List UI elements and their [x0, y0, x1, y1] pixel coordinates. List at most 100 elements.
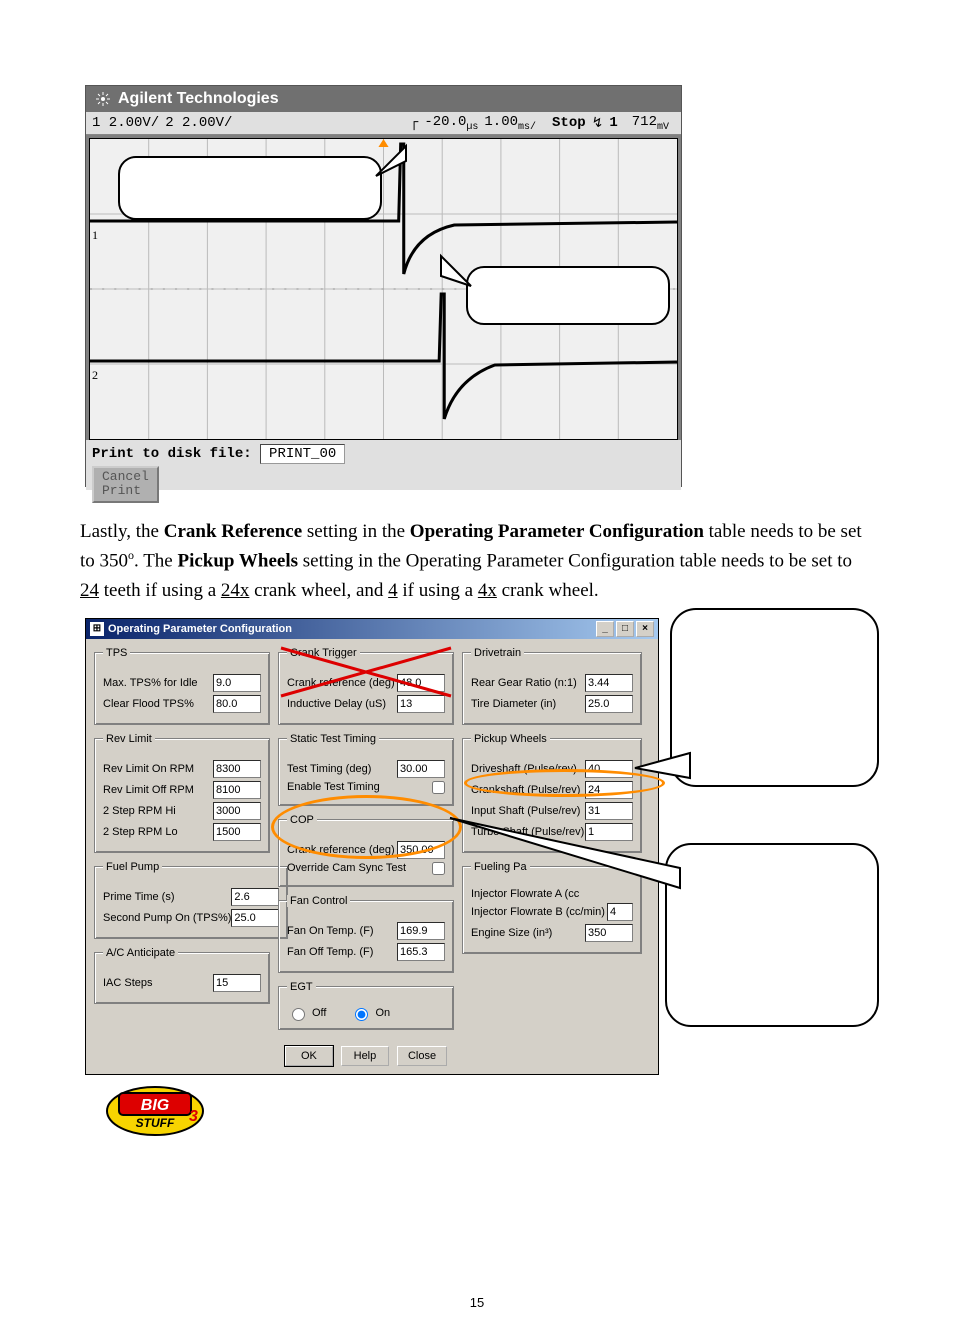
checkbox-override-cam[interactable] [432, 862, 445, 875]
help-button[interactable]: Help [341, 1046, 389, 1066]
label-fan-on: Fan On Temp. (F) [287, 925, 397, 937]
label-2step-hi: 2 Step RPM Hi [103, 805, 213, 817]
scope-timebase-unit: ms/ [518, 121, 536, 132]
input-crank-ref[interactable] [397, 674, 445, 692]
operating-parameter-dialog: ⊞ Operating Parameter Configuration _ □ … [85, 618, 659, 1075]
input-max-tps-idle[interactable] [213, 674, 261, 692]
print-to-disk-label: Print to disk file: [92, 446, 252, 462]
dialog-icon: ⊞ [90, 622, 104, 636]
label-inductive-delay: Inductive Delay (uS) [287, 698, 397, 710]
label-inj-b: Injector Flowrate B (cc/min) [471, 906, 607, 918]
input-fan-on[interactable] [397, 922, 445, 940]
input-turbo-shaft[interactable] [585, 823, 633, 841]
input-clear-flood[interactable] [213, 695, 261, 713]
input-second-pump[interactable] [231, 909, 279, 927]
label-driveshaft: Driveshaft (Pulse/rev) [471, 763, 585, 775]
label-input-shaft: Input Shaft (Pulse/rev) [471, 805, 585, 817]
p-t7: crank wheel, and [249, 580, 388, 601]
input-crankshaft[interactable] [585, 781, 633, 799]
cancel-print-button[interactable]: CancelPrint [92, 466, 159, 503]
group-tps: TPS Max. TPS% for Idle Clear Flood TPS% [94, 647, 270, 725]
scope-brand-text: Agilent Technologies [118, 90, 279, 108]
legend-fan: Fan Control [287, 895, 350, 907]
label-cop-ref: Crank reference (deg) [287, 844, 397, 856]
group-static-timing: Static Test Timing Test Timing (deg) Ena… [278, 733, 454, 806]
scope-readout-bar: 1 2.00V/ 2 2.00V/ ┌ -20.0µs 1.00ms/ Stop… [86, 112, 681, 135]
scope-bottom-bar: Print to disk file: PRINT_00 CancelPrint [86, 440, 681, 490]
close-button[interactable]: × [636, 621, 654, 637]
radio-egt-off[interactable] [292, 1008, 305, 1021]
radio-egt-off-text: Off [312, 1007, 326, 1019]
input-prime[interactable] [231, 888, 279, 906]
p-t5: setting in the Operating Parameter Confi… [298, 551, 852, 572]
p-t6: teeth if using a [99, 580, 221, 601]
radio-egt-on[interactable] [355, 1008, 368, 1021]
label-turbo-shaft: Turbo Shaft (Pulse/rev) [471, 826, 585, 838]
input-fan-off[interactable] [397, 943, 445, 961]
group-egt: EGT Off On [278, 981, 454, 1030]
maximize-button[interactable]: □ [616, 621, 634, 637]
label-engine-size: Engine Size (in³) [471, 927, 585, 939]
trig-edge-icon: ┌ [410, 115, 418, 131]
label-inj-a: Injector Flowrate A (cc [471, 888, 633, 900]
legend-rev: Rev Limit [103, 733, 155, 745]
label-enable-test: Enable Test Timing [287, 781, 432, 793]
p-t1: Lastly, the [80, 521, 164, 542]
callout-ch2 [466, 266, 670, 325]
p-b2: Operating Parameter Configuration [410, 521, 704, 542]
dialog-titlebar: ⊞ Operating Parameter Configuration _ □ … [86, 619, 658, 639]
input-engine-size[interactable] [585, 924, 633, 942]
close-button-bottom[interactable]: Close [397, 1046, 447, 1066]
group-ac: A/C Anticipate IAC Steps [94, 947, 270, 1004]
page-number: 15 [0, 1295, 954, 1310]
checkbox-enable-test[interactable] [432, 781, 445, 794]
ch2-scale: 2 2.00V/ [165, 115, 232, 131]
radio-egt-on-label[interactable]: On [350, 1005, 390, 1021]
input-test-timing[interactable] [397, 760, 445, 778]
input-rev-off[interactable] [213, 781, 261, 799]
bigstuff-logo: BIG STUFF 3 [105, 1085, 874, 1142]
scope-trig-level: 712 [632, 114, 657, 130]
input-2step-lo[interactable] [213, 823, 261, 841]
group-crank-trigger: Crank Trigger Crank reference (deg) Indu… [278, 647, 454, 725]
radio-egt-off-label[interactable]: Off [287, 1005, 326, 1021]
label-crankshaft: Crankshaft (Pulse/rev) [471, 784, 585, 796]
legend-cop: COP [287, 814, 317, 826]
input-inj-b[interactable] [607, 903, 633, 921]
input-iac[interactable] [213, 974, 261, 992]
input-rev-on[interactable] [213, 760, 261, 778]
radio-egt-on-text: On [375, 1007, 390, 1019]
ch1-scale: 1 2.00V/ [92, 115, 159, 131]
legend-crank: Crank Trigger [287, 647, 360, 659]
legend-egt: EGT [287, 981, 316, 993]
ok-button[interactable]: OK [285, 1046, 333, 1066]
legend-fuelpump: Fuel Pump [103, 861, 162, 873]
input-tire[interactable] [585, 695, 633, 713]
label-2step-lo: 2 Step RPM Lo [103, 826, 213, 838]
input-2step-hi[interactable] [213, 802, 261, 820]
p-u4: 4x [478, 580, 497, 601]
p-b1: Crank Reference [164, 521, 302, 542]
legend-drivetrain: Drivetrain [471, 647, 524, 659]
input-cop-ref[interactable] [397, 841, 445, 859]
svg-text:1: 1 [92, 228, 98, 242]
oscilloscope-screenshot: Agilent Technologies 1 2.00V/ 2 2.00V/ ┌… [85, 85, 680, 487]
p-t8: if using a [398, 580, 478, 601]
label-rev-off: Rev Limit Off RPM [103, 784, 213, 796]
scope-trig-unit: mV [657, 121, 669, 132]
group-drivetrain: Drivetrain Rear Gear Ratio (n:1) Tire Di… [462, 647, 642, 725]
side-callout-bottom [665, 843, 879, 1027]
input-gear[interactable] [585, 674, 633, 692]
label-tire: Tire Diameter (in) [471, 698, 585, 710]
scope-delay-unit: µs [466, 121, 478, 132]
input-driveshaft[interactable] [585, 760, 633, 778]
label-test-timing: Test Timing (deg) [287, 763, 397, 775]
input-inductive-delay[interactable] [397, 695, 445, 713]
scope-brand-bar: Agilent Technologies [86, 86, 681, 112]
scope-trig-ch: 1 [609, 115, 617, 131]
minimize-button[interactable]: _ [596, 621, 614, 637]
legend-ac: A/C Anticipate [103, 947, 178, 959]
p-u3: 4 [388, 580, 398, 601]
label-gear: Rear Gear Ratio (n:1) [471, 677, 585, 689]
input-input-shaft[interactable] [585, 802, 633, 820]
